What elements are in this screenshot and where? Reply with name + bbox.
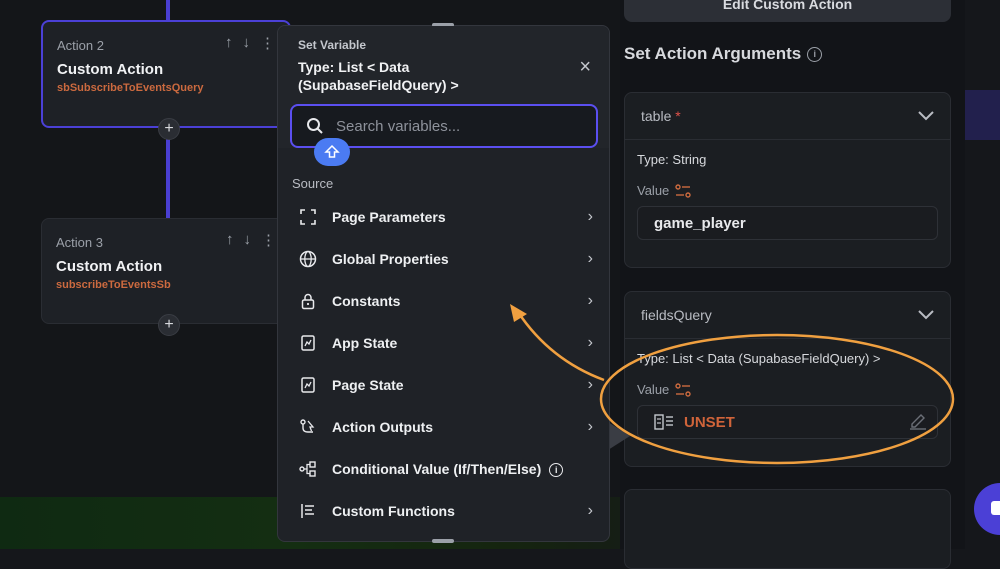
close-icon[interactable]: × (579, 56, 591, 79)
action-node-3[interactable]: Action 3 Custom Action subscribeToEvents… (41, 218, 291, 324)
arg-card-table: table * Type: String Value game_player (624, 92, 951, 268)
menu-item-app-state[interactable]: App State › (278, 322, 609, 364)
node-tools: ↑ ↓ ⋮ (226, 231, 276, 249)
chevron-right-icon: › (587, 418, 593, 435)
arg-card-next (624, 489, 951, 569)
menu-item-global-properties[interactable]: Global Properties › (278, 238, 609, 280)
custom-functions-icon (298, 501, 318, 521)
chevron-right-icon: › (587, 376, 593, 393)
menu-item-label: Custom Functions (332, 503, 455, 519)
info-icon[interactable]: i (549, 463, 564, 477)
app-state-icon (298, 333, 318, 353)
chevron-right-icon: › (587, 292, 593, 309)
node-subtitle: subscribeToEventsSb (56, 279, 171, 291)
data-source-icon (654, 414, 673, 430)
popup-pointer (608, 422, 630, 450)
page-state-icon (298, 375, 318, 395)
chevron-right-icon: › (587, 208, 593, 225)
add-action-button[interactable]: + (158, 118, 180, 140)
unset-label: UNSET (684, 413, 735, 431)
info-icon[interactable]: i (807, 47, 823, 62)
variable-settings-icon[interactable] (675, 382, 691, 397)
arg-card-fieldsquery: fieldsQuery Type: List < Data (SupabaseF… (624, 291, 951, 467)
move-up-icon[interactable]: ↑ (226, 231, 234, 249)
more-options-icon[interactable]: ⋮ (260, 34, 275, 52)
action-node-2[interactable]: Action 2 Custom Action sbSubscribeToEven… (41, 20, 291, 128)
menu-item-label-text: Conditional Value (If/Then/Else) (332, 461, 542, 477)
menu-item-action-outputs[interactable]: Action Outputs › (278, 406, 609, 448)
conditional-icon (298, 459, 318, 479)
node-tools: ↑ ↓ ⋮ (225, 34, 275, 52)
arg-header[interactable]: fieldsQuery (625, 292, 950, 339)
chevron-right-icon: › (587, 334, 593, 351)
menu-item-custom-functions[interactable]: Custom Functions › (278, 490, 609, 532)
menu-item-label: Conditional Value (If/Then/Else) i (332, 461, 593, 477)
arg-name: fieldsQuery (641, 307, 712, 323)
section-title-text: Set Action Arguments (624, 44, 802, 63)
chevron-right-icon: › (587, 250, 593, 267)
shift-icon (324, 144, 340, 158)
search-icon (307, 118, 323, 134)
edit-icon[interactable] (909, 414, 927, 430)
unset-value-field[interactable]: UNSET (637, 405, 938, 439)
connector-line (166, 0, 170, 22)
move-up-icon[interactable]: ↑ (225, 34, 233, 52)
chevron-down-icon[interactable] (918, 310, 934, 320)
node-subtitle: sbSubscribeToEventsQuery (57, 82, 204, 94)
required-mark: * (675, 108, 681, 124)
page-parameters-icon (298, 207, 318, 227)
action-outputs-icon (298, 417, 318, 437)
drag-handle[interactable] (432, 539, 454, 543)
move-down-icon[interactable]: ↓ (244, 231, 252, 249)
popup-type: Type: List < Data (SupabaseFieldQuery) > (298, 59, 459, 93)
menu-item-label: Global Properties (332, 251, 449, 267)
action-arguments-panel: Edit Custom Action Set Action Arguments i… (620, 0, 965, 569)
add-action-button[interactable]: + (158, 314, 180, 336)
node-title: Custom Action (56, 258, 163, 275)
shift-badge[interactable] (314, 138, 350, 166)
globe-icon (298, 249, 318, 269)
arg-type: Type: List < Data (SupabaseFieldQuery) > (637, 351, 881, 366)
menu-item-conditional-value[interactable]: Conditional Value (If/Then/Else) i (278, 448, 609, 490)
node-title: Custom Action (57, 61, 164, 78)
arg-type: Type: String (637, 152, 707, 167)
menu-item-constants[interactable]: Constants › (278, 280, 609, 322)
chevron-down-icon[interactable] (918, 111, 934, 121)
search-input[interactable] (334, 116, 578, 136)
lock-icon (298, 291, 318, 311)
edit-custom-action-button[interactable]: Edit Custom Action (624, 0, 951, 22)
popup-kicker: Set Variable (298, 38, 367, 52)
chevron-right-icon: › (587, 502, 593, 519)
menu-item-label: Page State (332, 377, 404, 393)
connector-line (166, 136, 170, 218)
arg-header[interactable]: table * (625, 93, 950, 140)
menu-item-label: Constants (332, 293, 401, 309)
menu-item-label: Action Outputs (332, 419, 434, 435)
background-glow (965, 90, 1000, 140)
menu-item-page-parameters[interactable]: Page Parameters › (278, 196, 609, 238)
menu-item-label: Page Parameters (332, 209, 446, 225)
variable-settings-icon[interactable] (675, 183, 691, 198)
popup-header: Set Variable Type: List < Data (Supabase… (278, 26, 609, 166)
set-variable-popup: Set Variable Type: List < Data (Supabase… (277, 23, 610, 543)
value-label-text: Value (637, 183, 670, 198)
menu-item-page-state[interactable]: Page State › (278, 364, 609, 406)
chat-icon (991, 501, 1000, 515)
menu-item-label: App State (332, 335, 398, 351)
move-down-icon[interactable]: ↓ (243, 34, 251, 52)
value-field[interactable]: game_player (637, 206, 938, 240)
source-menu: Page Parameters › Global Properties › Co… (278, 196, 609, 532)
section-title: Set Action Arguments i (624, 44, 823, 64)
chat-button[interactable] (974, 483, 1000, 535)
value-label: Value (637, 382, 938, 397)
value-label-text: Value (637, 382, 670, 397)
value-label: Value (637, 183, 938, 198)
source-label: Source (292, 176, 334, 191)
more-options-icon[interactable]: ⋮ (261, 231, 276, 249)
arg-name: table (641, 108, 672, 124)
